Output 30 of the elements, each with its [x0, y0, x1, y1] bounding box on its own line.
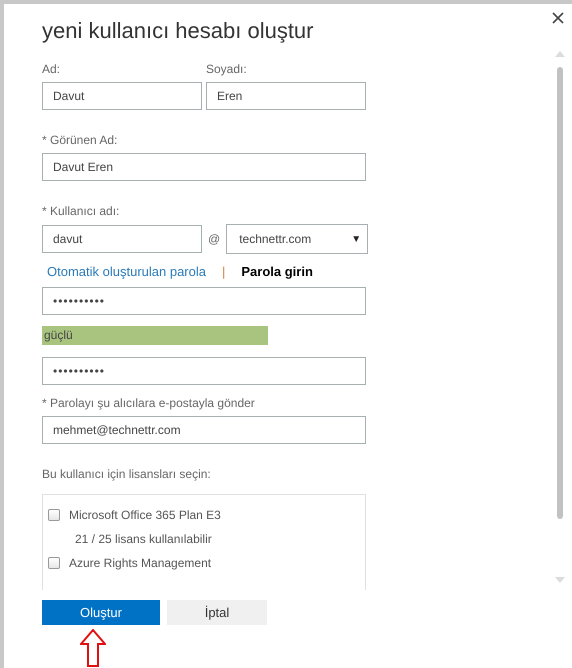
username-label: * Kullanıcı adı: — [42, 204, 120, 219]
dialog-button[interactable]: Oluştur — [42, 600, 160, 625]
password-strength-bar: güçlü — [42, 326, 268, 345]
username-field[interactable]: davut — [42, 225, 202, 253]
close-icon[interactable] — [552, 12, 564, 24]
send-to-field[interactable]: mehmet@technettr.com — [42, 416, 366, 444]
license-availability: 21 / 25 lisans kullanılabilir — [75, 532, 212, 546]
display-name-field[interactable]: Davut Eren — [42, 153, 366, 181]
send-to-label: * Parolayı şu alıcılara e-postayla gönder — [42, 396, 255, 411]
last-name-label: Soyadı: — [206, 62, 247, 77]
dialog-button[interactable]: İptal — [167, 600, 267, 625]
scrollbar-thumb[interactable] — [557, 67, 563, 519]
display-name-label: * Görünen Ad: — [42, 133, 118, 148]
license-checkbox[interactable] — [48, 557, 60, 569]
licenses-label: Bu kullanıcı için lisansları seçin: — [42, 467, 211, 482]
password-mode-link[interactable]: Parola girin — [241, 264, 313, 279]
last-name-field[interactable]: Eren — [206, 82, 366, 110]
domain-dropdown[interactable]: technettr.com ▼ — [226, 224, 368, 254]
up-arrow-icon — [80, 629, 106, 667]
license-checkbox[interactable] — [48, 509, 60, 521]
first-name-label: Ad: — [42, 62, 60, 77]
password-mode-link[interactable]: Otomatik oluşturulan parola — [47, 264, 206, 279]
password-field[interactable]: •••••••••• — [42, 287, 366, 315]
license-name: Microsoft Office 365 Plan E3 — [69, 508, 221, 522]
dialog-title: yeni kullanıcı hesabı oluştur — [42, 18, 314, 44]
first-name-field[interactable]: Davut — [42, 82, 202, 110]
confirm-password-field[interactable]: •••••••••• — [42, 357, 366, 385]
at-sign: @ — [208, 232, 220, 246]
separator: | — [222, 264, 226, 279]
license-name: Azure Rights Management — [69, 556, 212, 570]
